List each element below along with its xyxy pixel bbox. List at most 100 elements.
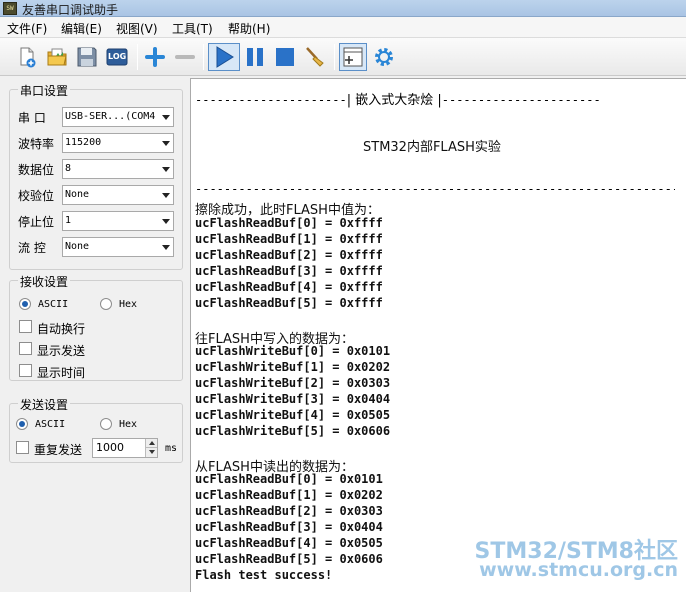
log-label: LOG: [108, 52, 127, 61]
save-button[interactable]: [73, 43, 101, 71]
add-button[interactable]: [141, 43, 169, 71]
open-button[interactable]: [43, 43, 71, 71]
clear-button[interactable]: [301, 43, 329, 71]
output-line: ucFlashWriteBuf[2] = 0x0303: [195, 376, 391, 390]
receive-ascii-radio[interactable]: [19, 298, 31, 310]
show-send-checkbox[interactable]: [19, 342, 32, 355]
menu-view[interactable]: 视图(V): [116, 20, 158, 37]
repeat-interval-stepper[interactable]: 1000: [92, 438, 158, 458]
parity-label: 校验位: [18, 189, 55, 203]
output-line: ucFlashReadBuf[1] = 0x0202: [195, 488, 383, 502]
separator-line: ----------------------------------------…: [195, 182, 675, 196]
chevron-down-icon: [162, 245, 170, 250]
baud-value: 115200: [65, 137, 102, 148]
output-line: ucFlashReadBuf[0] = 0x0101: [195, 472, 383, 486]
receive-ascii-label: ASCII: [38, 299, 69, 310]
chevron-down-icon: [162, 167, 170, 172]
pause-button[interactable]: [241, 43, 269, 71]
send-hex-label: Hex: [119, 419, 138, 430]
stopbits-select[interactable]: 1: [62, 211, 174, 231]
repeat-send-checkbox[interactable]: [16, 441, 29, 454]
play-button[interactable]: [208, 43, 240, 71]
header-dashes-right: ----------------------: [441, 93, 601, 107]
header-dashes-left: ---------------------: [195, 93, 347, 107]
output-line: ucFlashWriteBuf[4] = 0x0505: [195, 408, 391, 422]
clear-broom-icon: [306, 47, 324, 67]
toolbar: LOG: [0, 38, 686, 76]
output-line: ucFlashReadBuf[5] = 0xffff: [195, 296, 383, 310]
baud-label: 波特率: [18, 137, 55, 151]
flowctrl-value: None: [65, 241, 90, 252]
receive-output-area[interactable]: ---------------------| 嵌入式大杂烩 |---------…: [190, 78, 686, 592]
interval-unit: ms: [165, 443, 178, 454]
send-settings-title: 发送设置: [18, 396, 71, 413]
save-icon: [77, 47, 97, 67]
flowctrl-label: 流 控: [18, 241, 46, 255]
menu-file[interactable]: 文件(F): [7, 20, 47, 37]
stopbits-value: 1: [65, 215, 72, 226]
show-time-checkbox[interactable]: [19, 364, 32, 377]
output-line: ucFlashReadBuf[4] = 0x0505: [195, 536, 383, 550]
add-panel-icon: [343, 47, 363, 67]
menu-tools[interactable]: 工具(T): [172, 20, 213, 37]
play-icon: [216, 46, 234, 68]
parity-select[interactable]: None: [62, 185, 174, 205]
receive-settings-title: 接收设置: [18, 273, 71, 290]
title-bar: SW 友善串口调试助手: [0, 0, 686, 17]
output-line: ucFlashWriteBuf[1] = 0x0202: [195, 360, 391, 374]
watermark-url: www.stmcu.org.cn: [479, 559, 678, 581]
log-button[interactable]: LOG: [103, 43, 131, 71]
remove-button[interactable]: [171, 43, 199, 71]
new-file-icon: [20, 47, 36, 68]
output-line: ucFlashWriteBuf[0] = 0x0101: [195, 344, 391, 358]
header-title: | 嵌入式大杂烩 |: [346, 93, 442, 108]
parity-value: None: [65, 189, 90, 200]
open-folder-icon: [47, 48, 67, 66]
serial-settings-title: 串口设置: [18, 82, 71, 99]
auto-wrap-checkbox[interactable]: [19, 320, 32, 333]
output-line: ucFlashReadBuf[4] = 0xffff: [195, 280, 383, 294]
gear-icon: [375, 48, 393, 66]
stepper-down-icon[interactable]: [145, 448, 157, 457]
settings-button[interactable]: [370, 43, 398, 71]
window-title: 友善串口调试助手: [22, 3, 119, 17]
repeat-send-label: 重复发送: [34, 443, 83, 457]
output-line: ucFlashReadBuf[5] = 0x0606: [195, 552, 383, 566]
menu-bar: 文件(F) 编辑(E) 视图(V) 工具(T) 帮助(H): [0, 17, 686, 38]
remove-icon: [175, 55, 195, 59]
receive-hex-radio[interactable]: [100, 298, 112, 310]
success-line: Flash test success!: [195, 568, 333, 582]
menu-help[interactable]: 帮助(H): [228, 20, 270, 37]
output-subtitle: STM32内部FLASH实验: [363, 140, 501, 155]
output-line: ucFlashReadBuf[2] = 0x0303: [195, 504, 383, 518]
databits-label: 数据位: [18, 163, 55, 177]
stopbits-label: 停止位: [18, 215, 55, 229]
baud-select[interactable]: 115200: [62, 133, 174, 153]
send-ascii-radio[interactable]: [16, 418, 28, 430]
receive-settings-group: 接收设置 ASCII Hex 自动换行 显示发送 显示时间: [9, 273, 183, 381]
menu-edit[interactable]: 编辑(E): [61, 20, 102, 37]
chevron-down-icon: [162, 115, 170, 120]
show-send-label: 显示发送: [37, 344, 86, 358]
add-panel-button[interactable]: [339, 43, 367, 71]
stepper-up-icon[interactable]: [145, 439, 157, 448]
output-line: ucFlashReadBuf[3] = 0x0404: [195, 520, 383, 534]
send-hex-radio[interactable]: [100, 418, 112, 430]
flowctrl-select[interactable]: None: [62, 237, 174, 257]
output-line: ucFlashReadBuf[0] = 0xffff: [195, 216, 383, 230]
show-time-label: 显示时间: [37, 366, 86, 380]
chevron-down-icon: [162, 141, 170, 146]
databits-select[interactable]: 8: [62, 159, 174, 179]
port-value: USB-SER...(COM4: [65, 111, 156, 122]
pause-icon: [247, 48, 263, 66]
stop-button[interactable]: [271, 43, 299, 71]
output-line: ucFlashReadBuf[3] = 0xffff: [195, 264, 383, 278]
toolbar-separator: [203, 44, 204, 70]
output-line: ucFlashReadBuf[2] = 0xffff: [195, 248, 383, 262]
chevron-down-icon: [162, 219, 170, 224]
toolbar-separator: [137, 44, 138, 70]
port-select[interactable]: USB-SER...(COM4: [62, 107, 174, 127]
new-button[interactable]: [13, 43, 41, 71]
settings-panel: 串口设置 串 口 USB-SER...(COM4 波特率 115200 数据位 …: [0, 77, 190, 592]
header-line: ---------------------| 嵌入式大杂烩 |---------…: [195, 89, 675, 108]
